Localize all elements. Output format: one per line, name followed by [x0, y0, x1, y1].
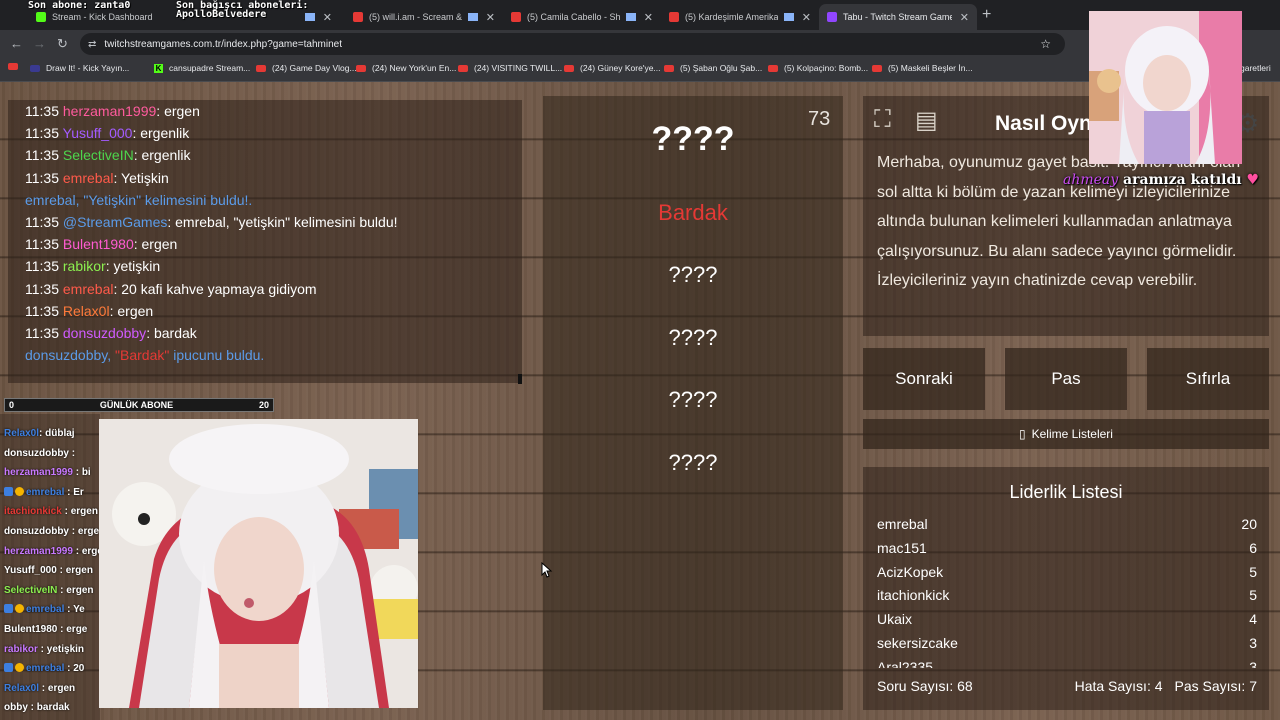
overlay-username: Bulent1980: [4, 624, 58, 635]
overlay-text: : ergen: [57, 584, 94, 596]
leader-score: 4: [1249, 611, 1257, 628]
overlay-chat-message: SelectiveIN : ergen: [4, 585, 94, 596]
overlay-chat-message: Relax0l : ergen: [4, 683, 75, 694]
leaderboard-row: AcizKopek 5: [877, 564, 1257, 580]
overlay-chat-message: itachionkick : ergen: [4, 506, 98, 517]
follow-alert: ahmeay aramıza katıldı ♥: [1063, 172, 1259, 188]
overlay-chat-message: emrebal : 20: [4, 663, 84, 674]
overlay-chat-message: emrebal : Er: [4, 486, 84, 498]
coin-icon: [15, 604, 24, 614]
stats-bar: Soru Sayısı: 68 Hata Sayısı: 4 Pas Sayıs…: [877, 678, 1257, 694]
badge-icon: [4, 604, 13, 614]
leader-score: 5: [1249, 587, 1257, 604]
overlay-text: : düblaj: [39, 428, 75, 439]
coin-icon: [15, 663, 24, 673]
overlay-chat-message: herzaman1999 : erge: [4, 546, 103, 557]
leader-score: 20: [1241, 516, 1257, 532]
leader-name: AcizKopek: [877, 563, 944, 580]
overlay-username: herzaman1999: [4, 545, 73, 557]
leaderboard-row: Aral2335 3: [877, 659, 1257, 668]
leader-score: 3: [1249, 635, 1257, 651]
overlay-username: emrebal: [26, 486, 65, 498]
overlay-text: :: [69, 447, 76, 459]
leaderboard-row: Ukaix 4: [877, 611, 1257, 627]
overlay-text: : bi: [72, 467, 91, 479]
overlay-username: SelectiveIN: [4, 584, 58, 596]
overlay-text: : yetişkin: [37, 643, 85, 655]
leaderboard-row: mac151 6: [877, 540, 1257, 556]
overlay-username: rabikor: [4, 643, 38, 655]
overlay-text: : ergen: [39, 682, 76, 694]
error-count: Hata Sayısı: 4: [1074, 678, 1163, 694]
daily-sub-goal: 0 GÜNLÜK ABONE 20: [4, 398, 274, 412]
leader-score: 5: [1249, 563, 1257, 580]
overlay-username: herzaman1999: [4, 467, 73, 479]
leaderboard-row: itachionkick 5: [877, 587, 1257, 603]
overlay-chat-message: Relax0l: düblaj: [4, 428, 75, 439]
leader-score: 6: [1249, 539, 1257, 556]
streamer-webcam-image: [99, 419, 418, 708]
overlay-text: : erge: [69, 526, 100, 537]
overlay-chat-message: emrebal : Ye: [4, 604, 85, 615]
mouse-cursor-icon: [541, 562, 553, 578]
badge-icon: [4, 486, 13, 496]
overlay-chat-message: Yusuff_000 : ergen: [4, 565, 93, 576]
overlay-text: : 20: [64, 663, 85, 675]
overlay-text: : ergen: [61, 506, 98, 518]
pass-count: Pas Sayısı: 7: [1174, 678, 1257, 694]
overlay-chat-message: herzaman1999 : bi: [4, 467, 91, 478]
leader-name: sekersizcake: [877, 635, 958, 651]
overlay-username: Relax0l: [4, 428, 40, 439]
cosplay-webcam-image: [1089, 11, 1242, 164]
overlay-text: : bardak: [27, 702, 70, 714]
overlay-username: obby: [4, 702, 28, 714]
goal-label: GÜNLÜK ABONE: [99, 400, 174, 410]
coin-icon: [15, 486, 24, 496]
overlay-chat-message: obby : bardak: [4, 702, 70, 713]
overlay-username: Yusuff_000: [4, 565, 57, 577]
webcam-secondary: [1089, 11, 1242, 164]
leader-name: itachionkick: [877, 587, 950, 604]
overlay-username: donsuzdobby: [4, 526, 69, 537]
leader-name: Aral2335: [877, 658, 934, 668]
leader-name: emrebal: [877, 516, 928, 532]
overlay-chat-message: donsuzdobby : erge: [4, 526, 99, 537]
overlay-text: : Ye: [64, 604, 85, 616]
overlay-chat-message: rabikor : yetişkin: [4, 644, 84, 655]
heart-icon: ♥: [1246, 172, 1260, 188]
goal-max: 20: [258, 400, 269, 410]
screen: Stream - Kick Dashboard ✕ (5) will.i.am -…: [0, 0, 1280, 720]
overlay-username: donsuzdobby: [4, 447, 69, 459]
question-count: Soru Sayısı: 68: [877, 678, 973, 694]
leader-score: 3: [1249, 658, 1257, 668]
overlay-text: : ergen: [56, 565, 93, 577]
overlay-username: emrebal: [26, 663, 65, 675]
leaderboard-row: emrebal 20: [877, 516, 1257, 532]
overlay-text: : erge: [57, 624, 88, 635]
overlay-username: Relax0l: [4, 682, 40, 694]
overlay-chat-message: Bulent1980 : erge: [4, 624, 87, 635]
overlay-text: : Er: [64, 486, 84, 498]
alert-username: ahmeay: [1063, 172, 1119, 188]
leader-name: Ukaix: [877, 611, 913, 628]
alert-text: aramıza katıldı: [1118, 172, 1247, 188]
overlay-username: itachionkick: [4, 506, 62, 518]
leaderboard-row: sekersizcake 3: [877, 635, 1257, 651]
badge-icon: [4, 663, 13, 673]
webcam-main: [99, 419, 418, 708]
overlay-chat-message: donsuzdobby :: [4, 448, 75, 459]
overlay-username: emrebal: [26, 604, 65, 616]
leader-name: mac151: [877, 539, 927, 556]
